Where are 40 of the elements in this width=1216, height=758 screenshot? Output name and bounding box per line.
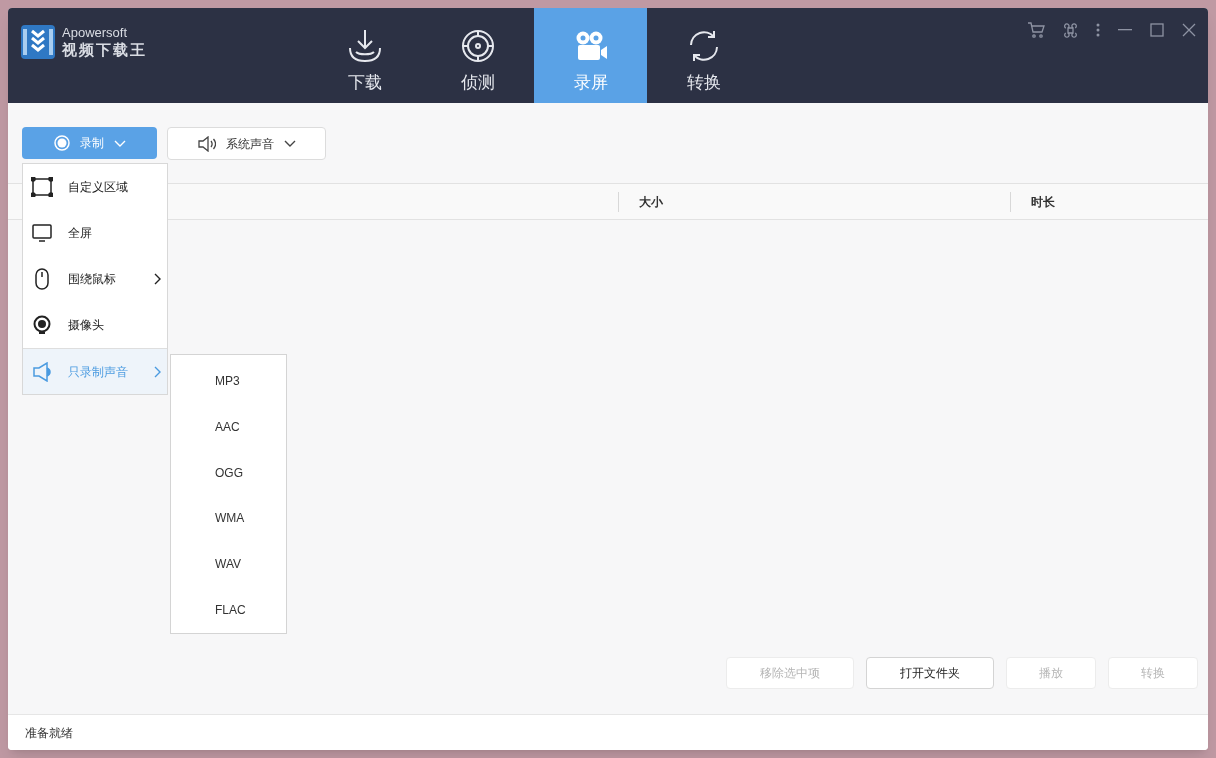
nav-tab[interactable]: 侦测 [421,8,534,103]
nav-tab[interactable]: 转换 [647,8,760,103]
menu-item[interactable]: WMA [171,495,286,542]
more-icon[interactable] [1096,23,1100,37]
action-button[interactable]: 打开文件夹 [866,657,994,689]
menu-item[interactable]: 摄像头 [23,302,167,348]
menu-item[interactable]: WAV [171,541,286,588]
cart-icon[interactable] [1027,22,1045,38]
menu-item[interactable]: 围绕鼠标 [23,256,167,302]
app-logo-icon [21,25,55,59]
target-icon [460,29,495,63]
chevron-right-icon [154,273,161,285]
menu-item[interactable]: 自定义区域 [23,164,167,210]
speaker-icon [33,361,51,382]
menu-item[interactable]: OGG [171,449,286,496]
menu-item[interactable]: 全屏 [23,210,167,256]
chevron-down-icon [283,140,296,147]
maximize-icon[interactable] [1150,23,1164,37]
download-icon [346,28,383,64]
app-title: 视频下载王 [62,41,147,60]
menu-item[interactable]: FLAC [171,587,286,633]
chevron-down-icon [113,139,126,147]
chevron-right-icon [154,365,161,378]
record-icon [53,135,70,151]
nav-tab[interactable]: 下载 [308,8,421,103]
crop-frame-icon [31,177,53,197]
speaker-icon [197,135,216,152]
minimize-icon[interactable] [1118,29,1132,31]
audio-source-dropdown[interactable]: 系统声音 [167,127,326,160]
menu-item[interactable]: MP3 [171,358,286,404]
status-text: 准备就绪 [25,724,73,742]
column-header[interactable]: 时长 [1031,192,1055,211]
monitor-icon [32,224,52,242]
mouse-icon [35,268,49,290]
webcam-icon [33,315,51,335]
close-icon[interactable] [1182,23,1196,37]
column-header[interactable]: 大小 [639,192,663,211]
app-vendor: Apowersoft [62,25,129,42]
menu-item[interactable]: AAC [171,403,286,450]
command-icon[interactable] [1063,22,1078,38]
